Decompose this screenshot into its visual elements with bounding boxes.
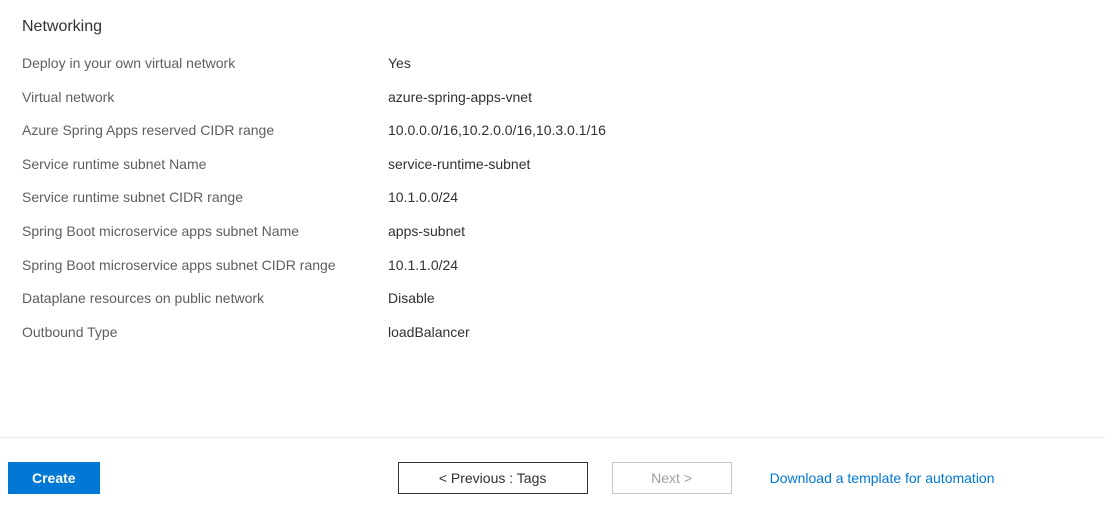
field-value: azure-spring-apps-vnet (388, 88, 532, 108)
footer-bar: Create < Previous : Tags Next > Download… (0, 437, 1105, 512)
create-button[interactable]: Create (8, 462, 100, 494)
field-row: Service runtime subnet CIDR range 10.1.0… (22, 188, 1083, 208)
field-value: apps-subnet (388, 222, 465, 242)
field-row: Dataplane resources on public network Di… (22, 289, 1083, 309)
field-row: Service runtime subnet Name service-runt… (22, 155, 1083, 175)
field-value: Disable (388, 289, 435, 309)
field-label: Spring Boot microservice apps subnet CID… (22, 256, 388, 276)
field-row: Spring Boot microservice apps subnet CID… (22, 256, 1083, 276)
field-value: loadBalancer (388, 323, 470, 343)
field-value: Yes (388, 54, 411, 74)
field-row: Spring Boot microservice apps subnet Nam… (22, 222, 1083, 242)
field-value: 10.0.0.0/16,10.2.0.0/16,10.3.0.1/16 (388, 121, 606, 141)
field-label: Outbound Type (22, 323, 388, 343)
next-button[interactable]: Next > (612, 462, 732, 494)
field-value: service-runtime-subnet (388, 155, 530, 175)
field-row: Virtual network azure-spring-apps-vnet (22, 88, 1083, 108)
field-row: Deploy in your own virtual network Yes (22, 54, 1083, 74)
download-template-link[interactable]: Download a template for automation (770, 470, 995, 486)
previous-button[interactable]: < Previous : Tags (398, 462, 588, 494)
field-row: Outbound Type loadBalancer (22, 323, 1083, 343)
field-label: Service runtime subnet CIDR range (22, 188, 388, 208)
field-label: Deploy in your own virtual network (22, 54, 388, 74)
field-label: Virtual network (22, 88, 388, 108)
field-value: 10.1.0.0/24 (388, 188, 458, 208)
field-value: 10.1.1.0/24 (388, 256, 458, 276)
section-title: Networking (22, 18, 1083, 36)
field-row: Azure Spring Apps reserved CIDR range 10… (22, 121, 1083, 141)
field-label: Azure Spring Apps reserved CIDR range (22, 121, 388, 141)
field-label: Spring Boot microservice apps subnet Nam… (22, 222, 388, 242)
field-label: Service runtime subnet Name (22, 155, 388, 175)
field-label: Dataplane resources on public network (22, 289, 388, 309)
